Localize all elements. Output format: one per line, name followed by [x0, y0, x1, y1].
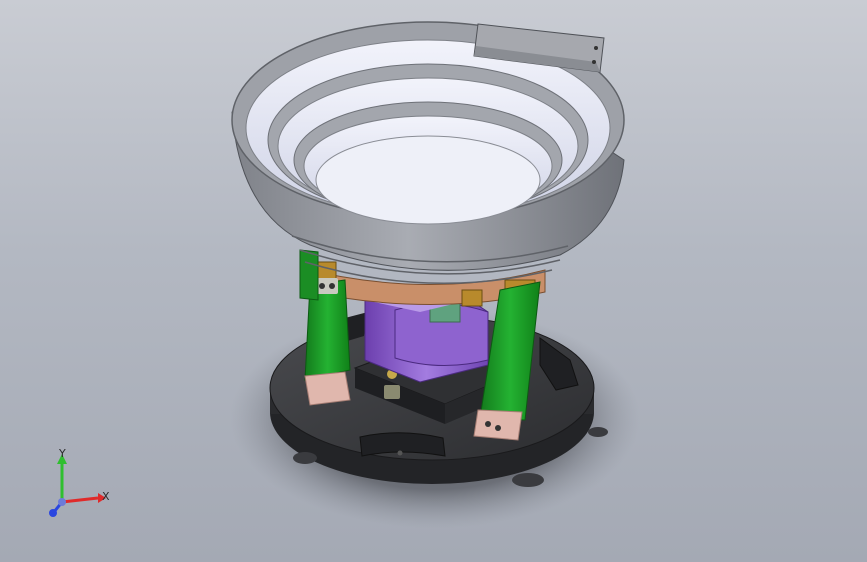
triad-origin	[58, 498, 66, 506]
y-axis-label: Y	[59, 447, 66, 460]
x-axis-label: X	[102, 490, 110, 503]
cad-viewport[interactable]: X Y	[0, 0, 867, 562]
z-axis-dot	[49, 509, 57, 517]
coordinate-triad	[49, 454, 106, 517]
x-axis-arrow	[61, 496, 99, 504]
